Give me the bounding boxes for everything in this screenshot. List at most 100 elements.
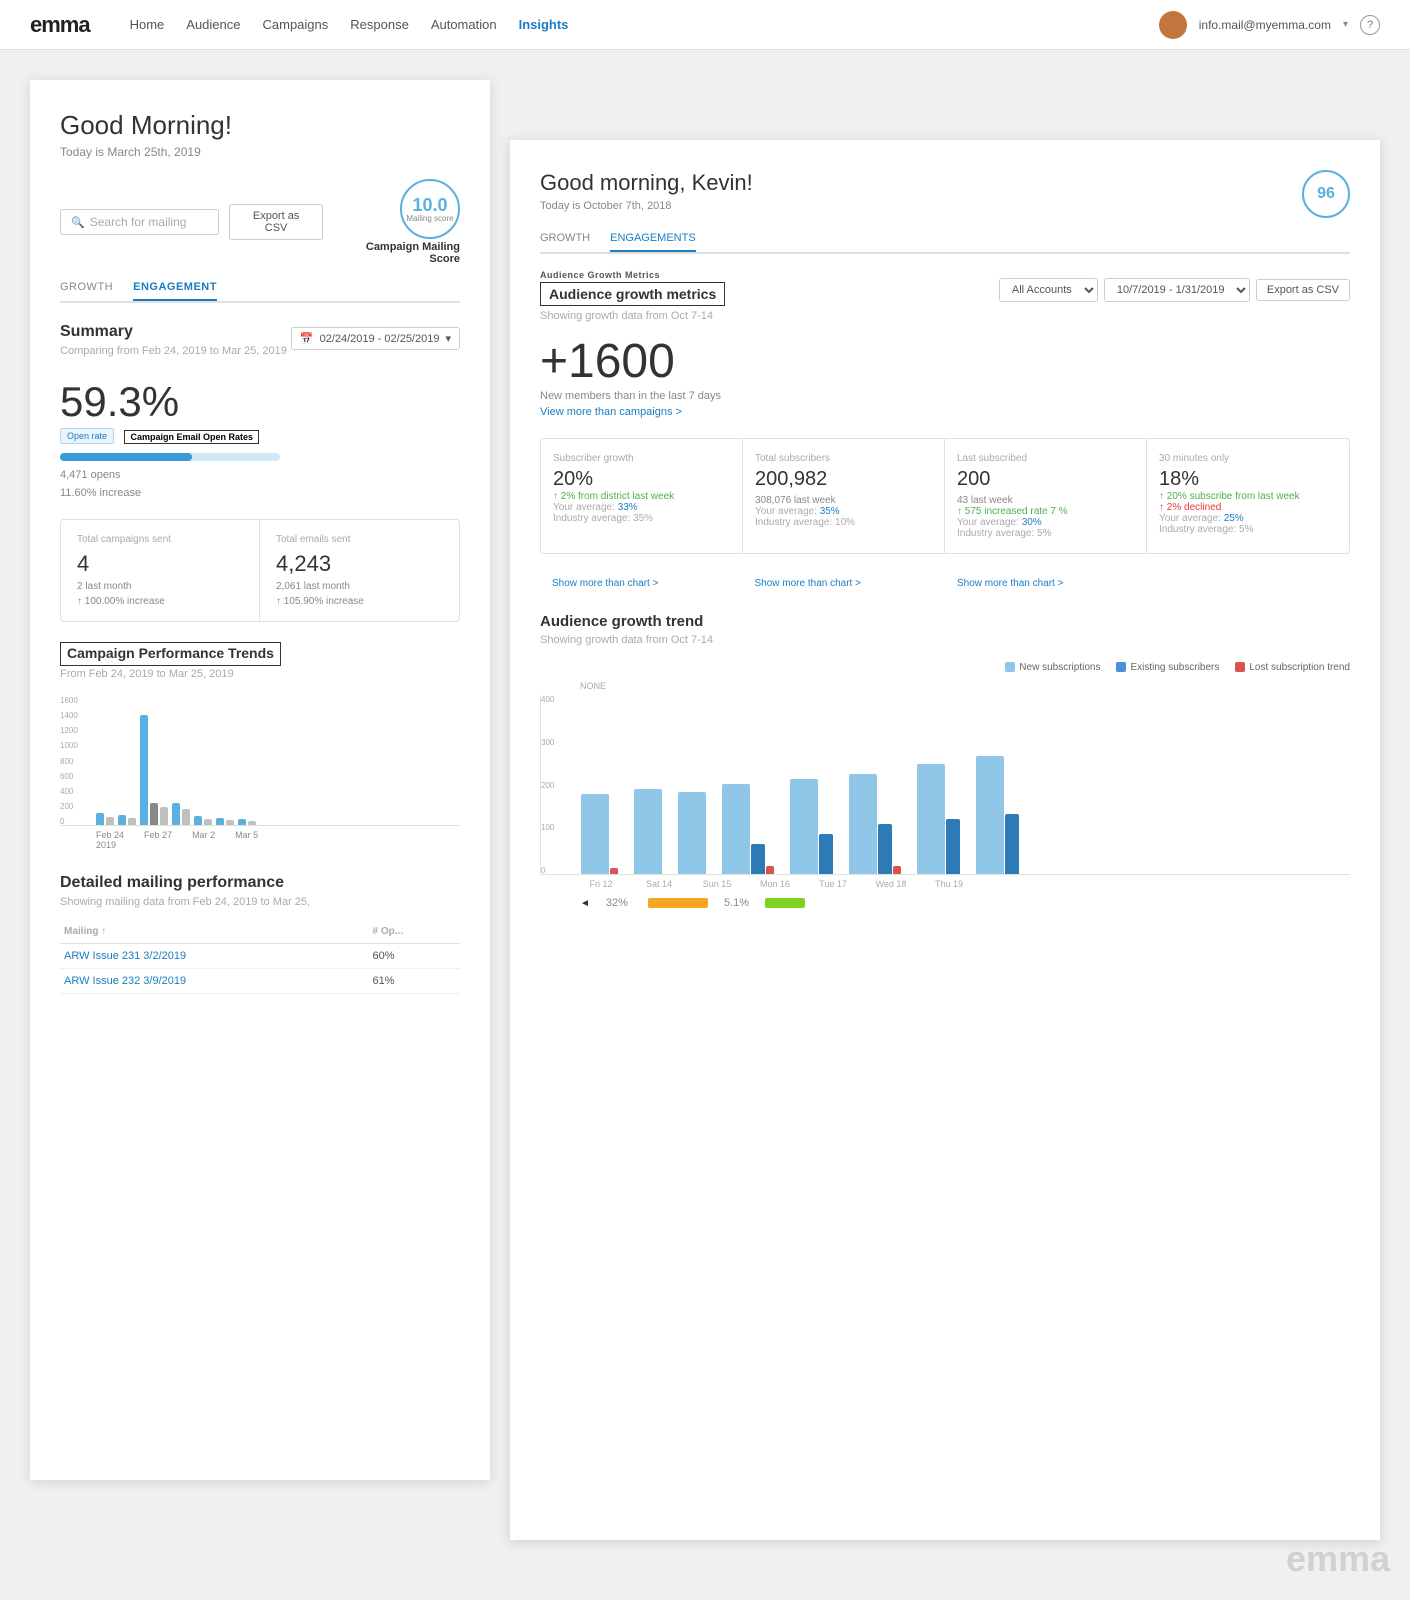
stat-grid: Total campaigns sent 4 2 last month ↑ 10… [60,519,460,622]
nav-audience[interactable]: Audience [186,17,240,32]
perf-sub: Showing mailing data from Feb 24, 2019 t… [60,896,460,908]
growth-y-top: 400 [541,695,554,704]
perf-section: Detailed mailing performance Showing mai… [60,874,460,994]
bar-4-gray [182,809,190,825]
bar-3-gray [160,807,168,825]
help-button[interactable]: ? [1360,15,1380,35]
big-num: +1600 [540,338,1350,386]
nav-response[interactable]: Response [350,17,409,32]
metric-last-detail2: ↑ 575 increased rate 7 % [957,506,1134,517]
nav-user-email[interactable]: info.mail@myemma.com [1199,18,1331,32]
stat-detail-increase: 11.60% increase [60,487,460,499]
metric-growth-label: Subscriber growth [553,453,730,464]
bar-2-gray [128,818,136,825]
chart-y-400: 400 [60,787,78,796]
big-num-link[interactable]: View more than campaigns > [540,406,1350,418]
chart-y-1000: 1000 [60,741,78,750]
legend-existing: Existing subscribers [1116,662,1219,673]
perf-row-1-val: 60% [369,944,460,969]
perf-row-1-name[interactable]: ARW Issue 231 3/2/2019 [60,944,369,969]
right-tab-engagements[interactable]: ENGAGEMENTS [610,232,696,252]
perf-title: Detailed mailing performance [60,874,460,892]
nav-campaigns[interactable]: Campaigns [263,17,329,32]
metric-growth-avg: Your average: 33% [553,502,730,513]
x-label-1: Feb 242019 [96,830,124,850]
stat-detail-opens: 4,471 opens [60,469,460,481]
growth-bar-4 [722,784,774,874]
metric-30min-detail: ↑ 20% subscribe from last week [1159,491,1337,502]
stat-cell-campaigns-sub2: ↑ 100.00% increase [77,596,243,607]
bar-3-dark [150,803,158,825]
progress-bar-container [60,453,460,461]
growth-chart: 400 300 200 100 0 [540,695,1350,875]
perf-row-2-name[interactable]: ARW Issue 232 3/9/2019 [60,969,369,994]
metric-last-num: 200 [957,468,1134,491]
nav-home[interactable]: Home [130,17,165,32]
bar-group-2 [118,815,136,825]
metric-cell-total: Total subscribers 200,982 308,076 last w… [743,439,945,553]
growth-bar-2 [634,789,662,874]
growth-y-200: 200 [541,781,554,790]
stat-cell-emails-sub1: 2,061 last month [276,581,443,592]
gb4-light [722,784,750,874]
chart-x-labels: Feb 242019 Feb 27 Mar 2 Mar 5 [60,830,460,850]
growth-y-label: NONE [540,681,1350,691]
left-date: Today is March 25th, 2019 [60,145,460,159]
growth-trend-title: Audience growth trend [540,613,1350,630]
gb6-light [849,774,877,874]
metric-total-avg: Your average: 35% [755,506,932,517]
gb1-light [581,794,609,874]
stat-cell-campaigns-sub1: 2 last month [77,581,243,592]
bar-1-blue [96,813,104,825]
right-export-btn[interactable]: Export as CSV [1256,279,1350,301]
x-label-4: Mar 5 [235,830,258,850]
watermark: emma [1286,1538,1390,1580]
growth-x-5: Tue 17 [812,879,854,889]
metric-link-3[interactable]: Show more than chart > [945,574,1148,593]
nav-automation[interactable]: Automation [431,17,497,32]
gb6-dark [878,824,892,874]
growth-x-1: Fri 12 [580,879,622,889]
bar-2-blue [118,815,126,825]
bar-4-blue [172,803,180,825]
gb6-red [893,866,901,874]
metric-link-1[interactable]: Show more than chart > [540,574,743,593]
gb3-light [678,792,706,874]
metric-link-2[interactable]: Show more than chart > [743,574,946,593]
growth-trend-sub: Showing growth data from Oct 7-14 [540,634,1350,646]
bar-group-7 [238,819,256,825]
growth-bar-1 [581,794,618,874]
perf-row-2-val: 61% [369,969,460,994]
growth-bar-3 [678,792,706,874]
tab-engagement[interactable]: ENGAGEMENT [133,281,217,301]
date-filter[interactable]: 10/7/2019 - 1/31/2019 [1104,278,1250,302]
growth-y-300: 300 [541,738,554,747]
date-range-picker[interactable]: 📅 02/24/2019 - 02/25/2019 ▾ [291,327,460,350]
trend-sub: From Feb 24, 2019 to Mar 25, 2019 [60,668,460,680]
bar-6-gray [226,820,234,825]
accounts-filter[interactable]: All Accounts [999,278,1098,302]
bottom-col1: 32% [606,897,628,909]
perf-col-mailing[interactable]: Mailing ↑ [60,920,369,944]
metric-growth-ind: Industry average: 35% [553,513,730,524]
metric-cell-last: Last subscribed 200 43 last week ↑ 575 i… [945,439,1147,553]
nav-insights[interactable]: Insights [519,17,569,32]
metric-growth-detail: ↑ 2% from district last week [553,491,730,502]
right-tab-growth[interactable]: GROWTH [540,232,590,252]
metric-last-detail: 43 last week [957,495,1134,506]
metric-30min-detail2: ↑ 2% declined [1159,502,1337,513]
logo: emma [30,12,90,38]
tab-growth[interactable]: GROWTH [60,281,113,301]
audience-callout: Audience Growth Metrics [540,270,725,280]
export-csv-button[interactable]: Export as CSV [229,204,323,240]
bar-5-blue [194,816,202,825]
stat-cell-emails-label: Total emails sent [276,534,443,545]
search-box[interactable]: 🔍 Search for mailing [60,209,219,235]
bar-group-6 [216,818,234,825]
metric-30min-avg: Your average: 25% [1159,513,1337,524]
mailing-score-label: Mailing score [406,214,453,223]
stat-badge-callout: Campaign Email Open Rates [124,430,259,444]
gb5-dark [819,834,833,874]
progress-bar-fill [60,453,192,461]
metric-30min-num: 18% [1159,468,1337,491]
